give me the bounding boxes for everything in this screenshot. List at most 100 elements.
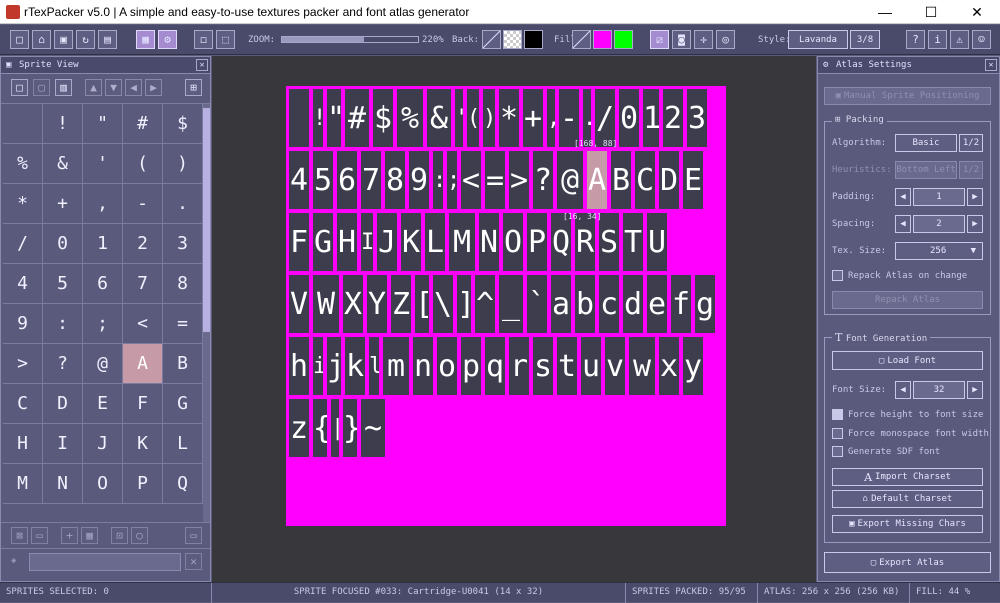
sprite-cell[interactable]: L xyxy=(163,424,203,464)
atlas-glyph[interactable]: S xyxy=(598,212,620,272)
sprite-cell[interactable]: 8 xyxy=(163,264,203,304)
padding-value[interactable]: 1 xyxy=(913,188,965,206)
trim-icon[interactable]: ▭ xyxy=(31,527,48,544)
atlas-glyph[interactable]: Y xyxy=(366,274,388,334)
add-sprite-icon[interactable]: □ xyxy=(11,79,28,96)
move-left-icon[interactable]: ◀ xyxy=(125,79,142,96)
sprite-cell[interactable]: 5 xyxy=(43,264,83,304)
sprite-cell[interactable]: I xyxy=(43,424,83,464)
atlas-glyph[interactable]: 8 xyxy=(384,150,406,210)
padding-decrement-button[interactable]: ◀ xyxy=(895,188,911,206)
sprite-cell[interactable]: . xyxy=(163,184,203,224)
gen-sdf-checkbox[interactable] xyxy=(832,446,843,457)
atlas-glyph[interactable]: ~ xyxy=(360,398,386,458)
sprite-cell[interactable]: ? xyxy=(43,344,83,384)
atlas-glyph[interactable]: N xyxy=(478,212,500,272)
fill-none-swatch[interactable] xyxy=(572,30,591,49)
spacing-increment-button[interactable]: ▶ xyxy=(967,215,983,233)
atlas-glyph[interactable]: ? xyxy=(532,150,554,210)
atlas-glyph[interactable]: G xyxy=(312,212,334,272)
atlas-glyph[interactable]: l xyxy=(368,336,380,396)
atlas-glyph[interactable]: M xyxy=(448,212,476,272)
atlas-glyph[interactable]: ! xyxy=(312,88,324,148)
atlas-glyph[interactable]: + xyxy=(522,88,544,148)
atlas-glyph[interactable]: A xyxy=(586,150,608,210)
atlas-glyph[interactable]: w xyxy=(628,336,656,396)
sprite-cell[interactable]: F xyxy=(123,384,163,424)
sprite-cell[interactable]: $ xyxy=(163,104,203,144)
atlas-glyph[interactable]: O xyxy=(502,212,524,272)
save-project-icon[interactable]: ▣ xyxy=(54,30,73,49)
atlas-glyph[interactable]: " xyxy=(326,88,342,148)
sprite-cell[interactable]: J xyxy=(83,424,123,464)
force-mono-checkbox[interactable] xyxy=(832,428,843,439)
atlas-glyph[interactable]: | xyxy=(330,398,340,458)
atlas-glyph[interactable]: C xyxy=(634,150,656,210)
move-right-icon[interactable]: ▶ xyxy=(145,79,162,96)
flip-icon[interactable]: ⊡ xyxy=(111,527,128,544)
sprite-cell[interactable]: C xyxy=(3,384,43,424)
help-icon[interactable]: ? xyxy=(906,30,925,49)
atlas-glyph[interactable]: { xyxy=(312,398,328,458)
atlas-glyph[interactable]: $ xyxy=(372,88,394,148)
atlas-glyph[interactable]: t xyxy=(556,336,578,396)
atlas-glyph[interactable]: q xyxy=(484,336,506,396)
atlas-glyph[interactable]: ( xyxy=(466,88,480,148)
atlas-glyph[interactable]: p xyxy=(460,336,482,396)
sprite-cell[interactable]: 2 xyxy=(123,224,163,264)
atlas-glyph[interactable]: # xyxy=(344,88,370,148)
target-icon[interactable]: ◎ xyxy=(716,30,735,49)
sprite-cell[interactable]: - xyxy=(123,184,163,224)
folder-icon[interactable]: ▭ xyxy=(185,527,202,544)
spacing-decrement-button[interactable]: ◀ xyxy=(895,215,911,233)
sprite-cell[interactable]: G xyxy=(163,384,203,424)
sprite-cell[interactable]: 9 xyxy=(3,304,43,344)
atlas-glyph[interactable]: _ xyxy=(498,274,524,334)
atlas-glyph[interactable]: = xyxy=(484,150,506,210)
camera-icon[interactable]: ◙ xyxy=(672,30,691,49)
sprite-cell[interactable]: H xyxy=(3,424,43,464)
atlas-glyph[interactable]: } xyxy=(342,398,358,458)
user-icon[interactable]: ☺ xyxy=(972,30,991,49)
force-height-checkbox[interactable] xyxy=(832,409,843,420)
atlas-glyph[interactable]: 1 xyxy=(642,88,660,148)
atlas-glyph[interactable]: ; xyxy=(446,150,458,210)
sprite-cell[interactable]: Q xyxy=(163,464,203,504)
spacing-value[interactable]: 2 xyxy=(913,215,965,233)
sprite-cell[interactable]: 0 xyxy=(43,224,83,264)
atlas-glyph[interactable]: 6 xyxy=(336,150,358,210)
grid-toggle-icon[interactable]: ⧄ xyxy=(650,30,669,49)
sprite-cell[interactable]: ( xyxy=(123,144,163,184)
atlas-glyph[interactable]: Z xyxy=(390,274,412,334)
export-missing-button[interactable]: ▣ Export Missing Chars xyxy=(832,515,983,533)
atlas-glyph[interactable]: & xyxy=(426,88,452,148)
new-project-icon[interactable]: □ xyxy=(10,30,29,49)
minimize-button[interactable]: — xyxy=(862,0,908,24)
sprite-cell[interactable]: > xyxy=(3,344,43,384)
atlas-glyph[interactable]: , xyxy=(546,88,556,148)
sprite-cell[interactable]: B xyxy=(163,344,203,384)
export-atlas-button[interactable]: ▢ Export Atlas xyxy=(824,552,991,573)
atlas-glyph[interactable]: D xyxy=(658,150,680,210)
atlas-glyph[interactable]: 2 xyxy=(662,88,684,148)
zoom-slider[interactable] xyxy=(281,36,419,43)
sprite-cell[interactable]: < xyxy=(123,304,163,344)
padding-increment-button[interactable]: ▶ xyxy=(967,188,983,206)
atlas-glyph[interactable]: x xyxy=(658,336,680,396)
atlas-glyph[interactable]: y xyxy=(682,336,704,396)
delete-sprite-icon[interactable]: ▥ xyxy=(55,79,72,96)
back-dark-swatch[interactable] xyxy=(524,30,543,49)
atlas-glyph[interactable]: h xyxy=(288,336,310,396)
atlas-glyph[interactable]: U xyxy=(646,212,668,272)
fontsize-decrement-button[interactable]: ◀ xyxy=(895,381,911,399)
sprite-cell[interactable]: 7 xyxy=(123,264,163,304)
move-down-icon[interactable]: ▼ xyxy=(105,79,122,96)
atlas-glyph[interactable]: z xyxy=(288,398,310,458)
back-checker-swatch[interactable] xyxy=(503,30,522,49)
atlas-glyph[interactable]: g xyxy=(694,274,716,334)
atlas-glyph[interactable]: ^ xyxy=(474,274,496,334)
sprite-view-close-icon[interactable]: ✕ xyxy=(196,59,208,71)
sprite-cell[interactable]: , xyxy=(83,184,123,224)
atlas-glyph[interactable]: E xyxy=(682,150,704,210)
atlas-glyph[interactable]: r xyxy=(508,336,530,396)
